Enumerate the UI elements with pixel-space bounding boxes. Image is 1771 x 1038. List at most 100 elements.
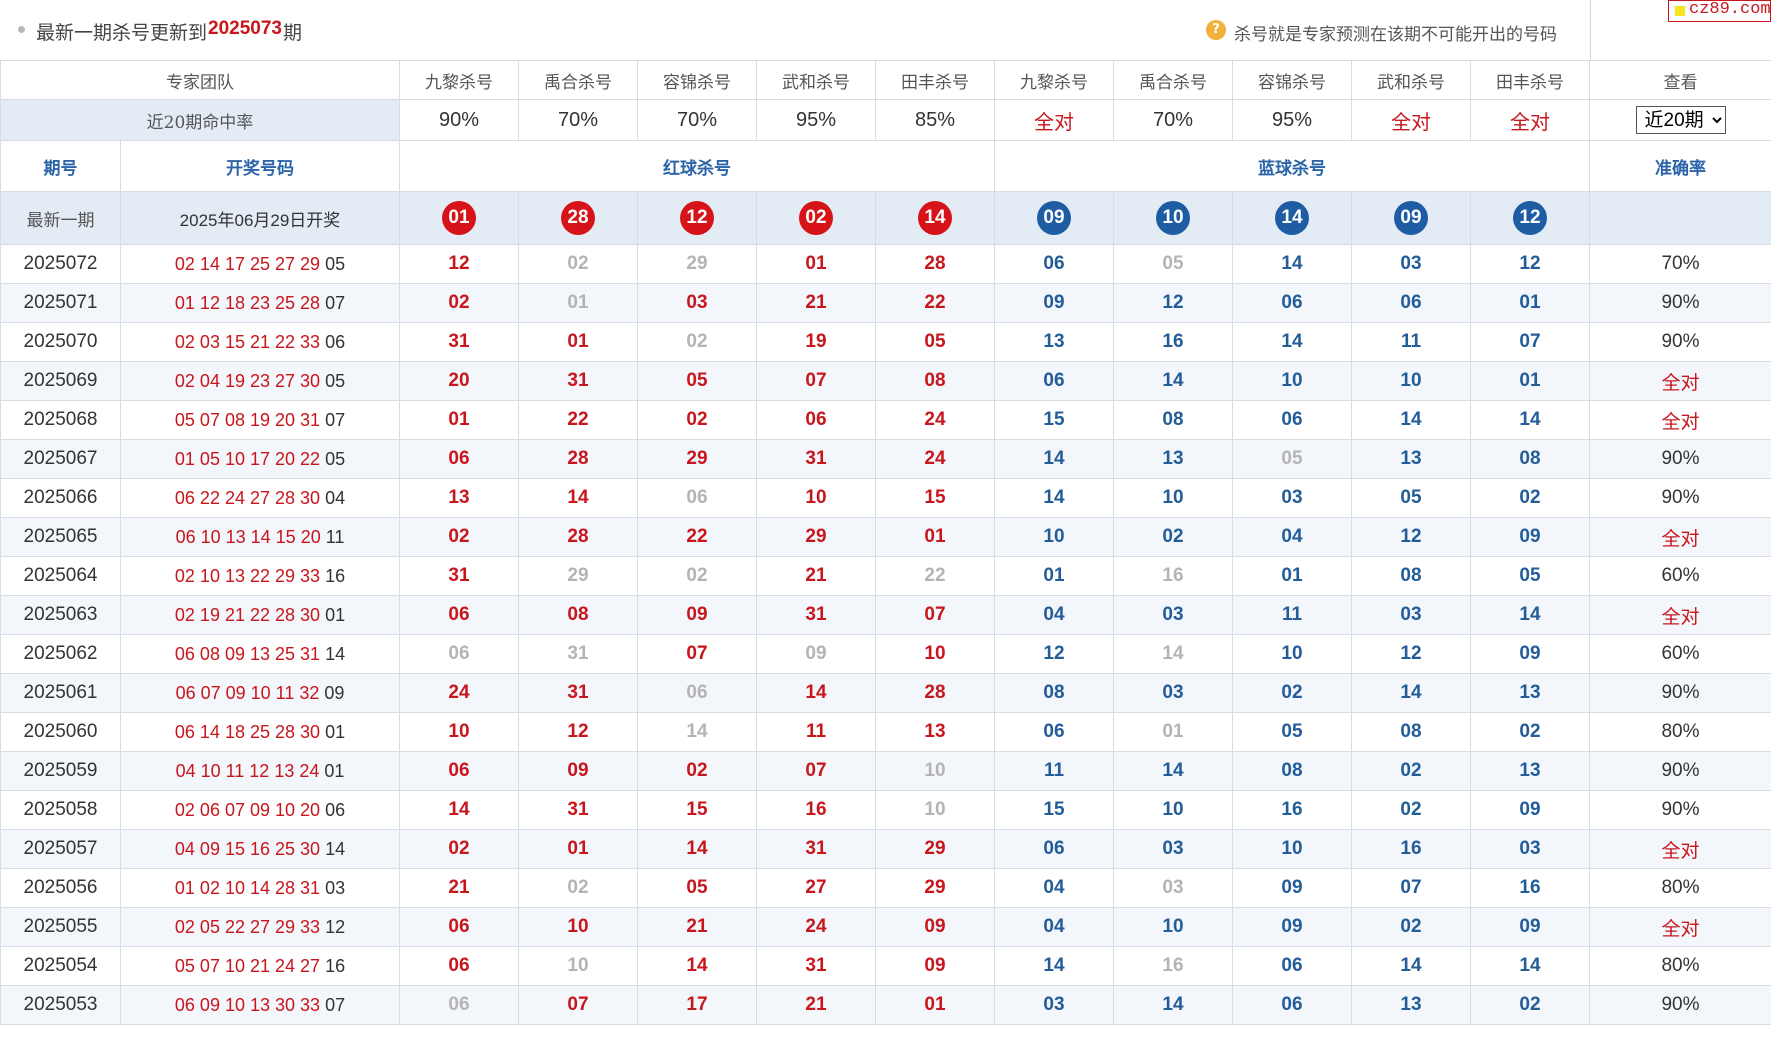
blue-kill-number: 06	[1232, 283, 1352, 323]
site-logo[interactable]: cz89.com	[1668, 0, 1771, 22]
draw-numbers: 02 03 15 21 22 33 06	[120, 322, 400, 362]
red-kill-number: 21	[756, 283, 876, 323]
draw-numbers: 01 05 10 17 20 22 05	[120, 439, 400, 479]
red-kill-number: 06	[399, 946, 519, 986]
red-kill-number: 24	[756, 907, 876, 947]
col-draw-header: 开奖号码	[120, 140, 400, 192]
blue-kill-number: 02	[1351, 751, 1471, 791]
expert-name: 容锦杀号	[1232, 60, 1352, 100]
blue-kill-number: 14	[1470, 946, 1590, 986]
accuracy: 90%	[1589, 322, 1771, 362]
red-kill-number: 29	[637, 439, 757, 479]
blue-kill-number: 12	[1351, 517, 1471, 557]
table-row: 2025068 05 07 08 19 20 31 07 01 22 02 06 24 15 0…	[0, 400, 1771, 440]
latest-date: 2025年06月29日开奖	[120, 191, 400, 245]
hit-rate: 70%	[1113, 99, 1233, 141]
blue-kill-number: 01	[1232, 556, 1352, 596]
red-kill-number: 08	[518, 595, 638, 635]
red-kill-number: 10	[399, 712, 519, 752]
blue-kill-number: 06	[994, 361, 1114, 401]
red-kill-number: 28	[875, 244, 995, 284]
red-kill-number: 02	[637, 751, 757, 791]
draw-blue-number: 05	[325, 370, 346, 391]
red-kill-number: 22	[637, 517, 757, 557]
bullet-icon	[18, 26, 25, 33]
accuracy: 全对	[1589, 361, 1771, 401]
red-kill-number: 02	[399, 829, 519, 869]
blue-kill-number: 14	[994, 478, 1114, 518]
hit-rate: 全对	[994, 99, 1114, 141]
draw-red-numbers: 01 12 18 23 25 28	[174, 292, 321, 313]
blue-kill-number: 14	[1470, 595, 1590, 635]
issue-number: 2025072	[0, 244, 121, 284]
blue-kill-number: 14	[1113, 361, 1233, 401]
red-kill-number: 14	[637, 829, 757, 869]
blue-kill-number: 03	[1113, 829, 1233, 869]
blue-kill-number: 03	[1470, 829, 1590, 869]
expert-name: 武和杀号	[1351, 60, 1471, 100]
blue-kill-number: 06	[994, 829, 1114, 869]
accuracy: 90%	[1589, 673, 1771, 713]
blue-kill-number: 08	[994, 673, 1114, 713]
blue-kill-number: 12	[1470, 244, 1590, 284]
red-kill-number: 12	[399, 244, 519, 284]
blue-kill-number: 10	[1232, 829, 1352, 869]
red-kill-number: 16	[756, 790, 876, 830]
red-kill-number: 31	[518, 790, 638, 830]
red-kill-number: 11	[756, 712, 876, 752]
blue-kill-number: 01	[1470, 361, 1590, 401]
draw-blue-number: 07	[325, 994, 346, 1015]
blue-kill-number: 09	[1232, 907, 1352, 947]
page: 最新一期杀号更新到 2025073 期 ? 杀号就是专家预测在该期不可能开出的号…	[0, 0, 1771, 1038]
period-select[interactable]: 近20期	[1635, 106, 1726, 134]
blue-kill-number: 14	[994, 946, 1114, 986]
expert-name: 九黎杀号	[399, 60, 519, 100]
accuracy: 60%	[1589, 634, 1771, 674]
draw-blue-number: 01	[324, 760, 345, 781]
red-ball: 28	[561, 201, 595, 235]
blue-kill-number: 14	[994, 439, 1114, 479]
table-row: 2025059 04 10 11 12 13 24 01 06 09 02 07 10 11 1…	[0, 751, 1771, 791]
issue-number: 2025062	[0, 634, 121, 674]
blue-kill-number: 09	[1470, 517, 1590, 557]
draw-blue-number: 03	[325, 877, 346, 898]
red-kill-number: 20	[399, 361, 519, 401]
red-kill-number: 31	[756, 595, 876, 635]
red-kill-number: 14	[637, 946, 757, 986]
blue-kill-number: 10	[1232, 361, 1352, 401]
blue-kill-number: 08	[1351, 556, 1471, 596]
issue-number: 2025069	[0, 361, 121, 401]
draw-blue-number: 05	[325, 448, 346, 469]
blue-kill-number: 10	[1113, 478, 1233, 518]
issue-number: 2025057	[0, 829, 121, 869]
red-kill-number: 29	[875, 829, 995, 869]
blue-kill-number: 14	[1113, 751, 1233, 791]
draw-numbers: 02 06 07 09 10 20 06	[120, 790, 400, 830]
table-row: 2025061 06 07 09 10 11 32 09 24 31 06 14 28 08 0…	[0, 673, 1771, 713]
expert-name: 九黎杀号	[994, 60, 1114, 100]
red-kill-number: 29	[518, 556, 638, 596]
draw-blue-number: 11	[325, 526, 345, 547]
issue-number: 2025061	[0, 673, 121, 713]
red-kill-number: 19	[756, 322, 876, 362]
issue-number: 2025066	[0, 478, 121, 518]
blue-kill-number: 06	[1232, 946, 1352, 986]
red-kill-number: 06	[399, 595, 519, 635]
hit-rate: 95%	[1232, 99, 1352, 141]
red-kill-number: 07	[637, 634, 757, 674]
red-kill-number: 28	[518, 439, 638, 479]
red-kill-number: 21	[756, 556, 876, 596]
draw-red-numbers: 04 10 11 12 13 24	[175, 760, 320, 781]
issue-number: 2025056	[0, 868, 121, 908]
red-kill-number: 28	[875, 673, 995, 713]
title-bar: 最新一期杀号更新到 2025073 期 ? 杀号就是专家预测在该期不可能开出的号…	[0, 0, 1591, 61]
blue-kill-number: 05	[1232, 712, 1352, 752]
question-icon[interactable]: ?	[1206, 20, 1226, 40]
draw-red-numbers: 02 19 21 22 28 30	[174, 604, 321, 625]
draw-red-numbers: 02 04 19 23 27 30	[174, 370, 321, 391]
red-kill-number: 05	[875, 322, 995, 362]
red-kill-number: 09	[518, 751, 638, 791]
issue-number: 2025067	[0, 439, 121, 479]
draw-blue-number: 07	[325, 292, 346, 313]
table-row: 2025058 02 06 07 09 10 20 06 14 31 15 16 10 15 1…	[0, 790, 1771, 830]
